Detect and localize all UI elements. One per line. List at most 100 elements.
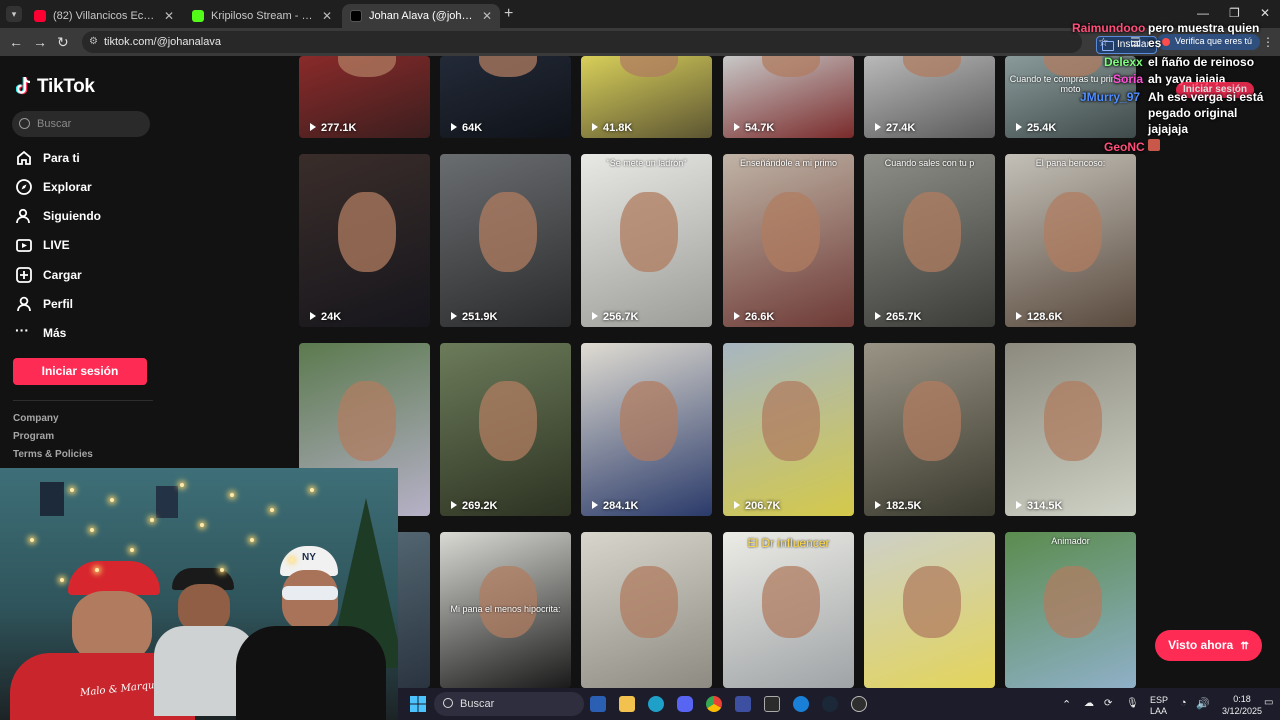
nav-cargar[interactable]: Cargar	[15, 264, 82, 286]
steam-icon[interactable]	[822, 696, 838, 712]
fairy-light	[290, 558, 294, 562]
taskbar-search[interactable]: Buscar	[434, 692, 584, 716]
video-card[interactable]: Cuando sales con tu p 265.7K	[864, 154, 995, 327]
video-card[interactable]: Animador	[1005, 532, 1136, 688]
tab-villancicos[interactable]: (82) Villancicos Ecuatorianos M ✕	[26, 4, 182, 28]
reading-list-icon[interactable]: ☰	[1130, 35, 1141, 49]
volume-icon[interactable]: 🔊	[1196, 697, 1210, 710]
tray-mic-icon[interactable]: 🎙	[1126, 698, 1139, 709]
close-window-icon[interactable]: ✕	[1260, 6, 1270, 20]
video-card[interactable]: "Se mete un ladrón" 256.7K	[581, 154, 712, 327]
tab-list-icon[interactable]: ▾	[6, 6, 22, 22]
address-bar[interactable]: ⚙ tiktok.com/@johanalava Instalar 文	[82, 31, 1168, 54]
maximize-icon[interactable]: ❐	[1229, 6, 1240, 20]
network-app-icon[interactable]	[735, 696, 751, 712]
video-card[interactable]: El Dr influencer	[723, 532, 854, 688]
site-info-icon[interactable]: ⚙	[89, 36, 98, 47]
nav-mas[interactable]: ··· Más	[15, 322, 66, 344]
language-code[interactable]: ESP	[1150, 695, 1168, 705]
nav-siguiendo[interactable]: Siguiendo	[15, 205, 101, 227]
fairy-light	[90, 528, 94, 532]
wifi-icon[interactable]: ◔	[1180, 697, 1187, 709]
video-card[interactable]: 284.1K	[581, 343, 712, 516]
video-card[interactable]: 269.2K	[440, 343, 571, 516]
tray-sync-icon[interactable]: ⟳	[1104, 698, 1112, 709]
video-card[interactable]: El pana bencoso: 128.6K	[1005, 154, 1136, 327]
red-cap	[68, 561, 160, 595]
clock-date[interactable]: 3/12/2025	[1217, 706, 1267, 716]
windows-start-icon[interactable]	[410, 696, 426, 712]
footer-program-link[interactable]: Program	[13, 431, 54, 442]
video-card[interactable]: 182.5K	[864, 343, 995, 516]
discord-icon[interactable]	[677, 696, 693, 712]
view-count: 64K	[451, 122, 482, 134]
obs-icon[interactable]	[851, 696, 867, 712]
tray-app-icon[interactable]: ☁	[1084, 698, 1094, 709]
video-card[interactable]: 64K	[440, 56, 571, 138]
video-card[interactable]: 41.8K	[581, 56, 712, 138]
video-card[interactable]	[581, 532, 712, 688]
reload-icon[interactable]: ↻	[57, 34, 69, 51]
tray-chevron-icon[interactable]: ⌃	[1062, 698, 1071, 711]
chat-emote-icon	[1148, 139, 1160, 151]
footer-company-link[interactable]: Company	[13, 413, 59, 424]
view-count: 314.5K	[1016, 500, 1062, 512]
close-icon[interactable]: ✕	[322, 9, 332, 23]
video-card[interactable]: 27.4K	[864, 56, 995, 138]
nav-live[interactable]: LIVE	[15, 234, 70, 256]
video-thumbnail	[762, 381, 820, 461]
bookmark-icon[interactable]: ☆	[1098, 35, 1109, 49]
tiktok-logo-text[interactable]: TikTok	[37, 76, 95, 98]
tab-johan-alava[interactable]: Johan Alava (@johanalava) ✕	[342, 4, 500, 28]
keyboard-layout[interactable]: LAA	[1150, 706, 1167, 716]
video-card[interactable]: 206.7K	[723, 343, 854, 516]
live-icon	[16, 239, 32, 252]
fairy-light	[150, 518, 154, 522]
back-icon[interactable]: ←	[9, 34, 23, 50]
chrome-icon[interactable]	[706, 696, 722, 712]
new-tab-button[interactable]: +	[504, 5, 513, 23]
minimize-icon[interactable]: —	[1197, 6, 1209, 20]
wall-poster	[156, 486, 178, 518]
notification-icon[interactable]: ▭	[1264, 697, 1273, 708]
video-card[interactable]: Enseñándole a mi primo 26.6K	[723, 154, 854, 327]
video-thumbnail	[1044, 381, 1102, 461]
word-icon[interactable]	[590, 696, 606, 712]
video-card[interactable]: 277.1K	[299, 56, 430, 138]
video-card[interactable]: 24K	[299, 154, 430, 327]
search-input[interactable]: Buscar	[12, 111, 150, 137]
close-icon[interactable]: ✕	[164, 9, 174, 23]
video-caption: Cuando sales con tu p	[884, 158, 975, 168]
footer-terms-link[interactable]: Terms & Policies	[13, 449, 93, 460]
nav-perfil[interactable]: Perfil	[15, 293, 73, 315]
view-count: 41.8K	[592, 122, 632, 134]
edge-icon[interactable]	[648, 696, 664, 712]
following-icon	[16, 208, 30, 224]
view-count: 128.6K	[1016, 311, 1062, 323]
clock-time[interactable]: 0:18	[1224, 694, 1260, 704]
fairy-light	[70, 488, 74, 492]
file-explorer-icon[interactable]	[619, 696, 635, 712]
fairy-light	[130, 548, 134, 552]
sidebar-divider	[13, 400, 153, 401]
video-caption: Enseñándole a mi primo	[739, 158, 838, 168]
video-card[interactable]: 314.5K	[1005, 343, 1136, 516]
video-card[interactable]: Mi pana el menos hipocrita:	[440, 532, 571, 688]
watch-now-button[interactable]: Visto ahora ⇈	[1155, 630, 1262, 661]
compass-icon	[16, 179, 32, 195]
video-caption: "Se mete un ladrón"	[606, 158, 687, 168]
login-button[interactable]: Iniciar sesión	[13, 358, 147, 385]
app-blue-icon[interactable]	[793, 696, 809, 712]
fairy-light	[200, 523, 204, 527]
close-icon[interactable]: ✕	[482, 9, 492, 23]
video-card[interactable]	[864, 532, 995, 688]
nav-para-ti[interactable]: Para ti	[15, 147, 80, 169]
nav-explorar[interactable]: Explorar	[15, 176, 92, 198]
forward-icon[interactable]: →	[33, 34, 47, 50]
video-card[interactable]: 251.9K	[440, 154, 571, 327]
video-card[interactable]: 54.7K	[723, 56, 854, 138]
chat-user: Soria	[1113, 72, 1144, 86]
epic-games-icon[interactable]	[764, 696, 780, 712]
tab-kripiloso[interactable]: Kripiloso Stream - Watch Live o ✕	[184, 4, 340, 28]
view-count: 251.9K	[451, 311, 497, 323]
